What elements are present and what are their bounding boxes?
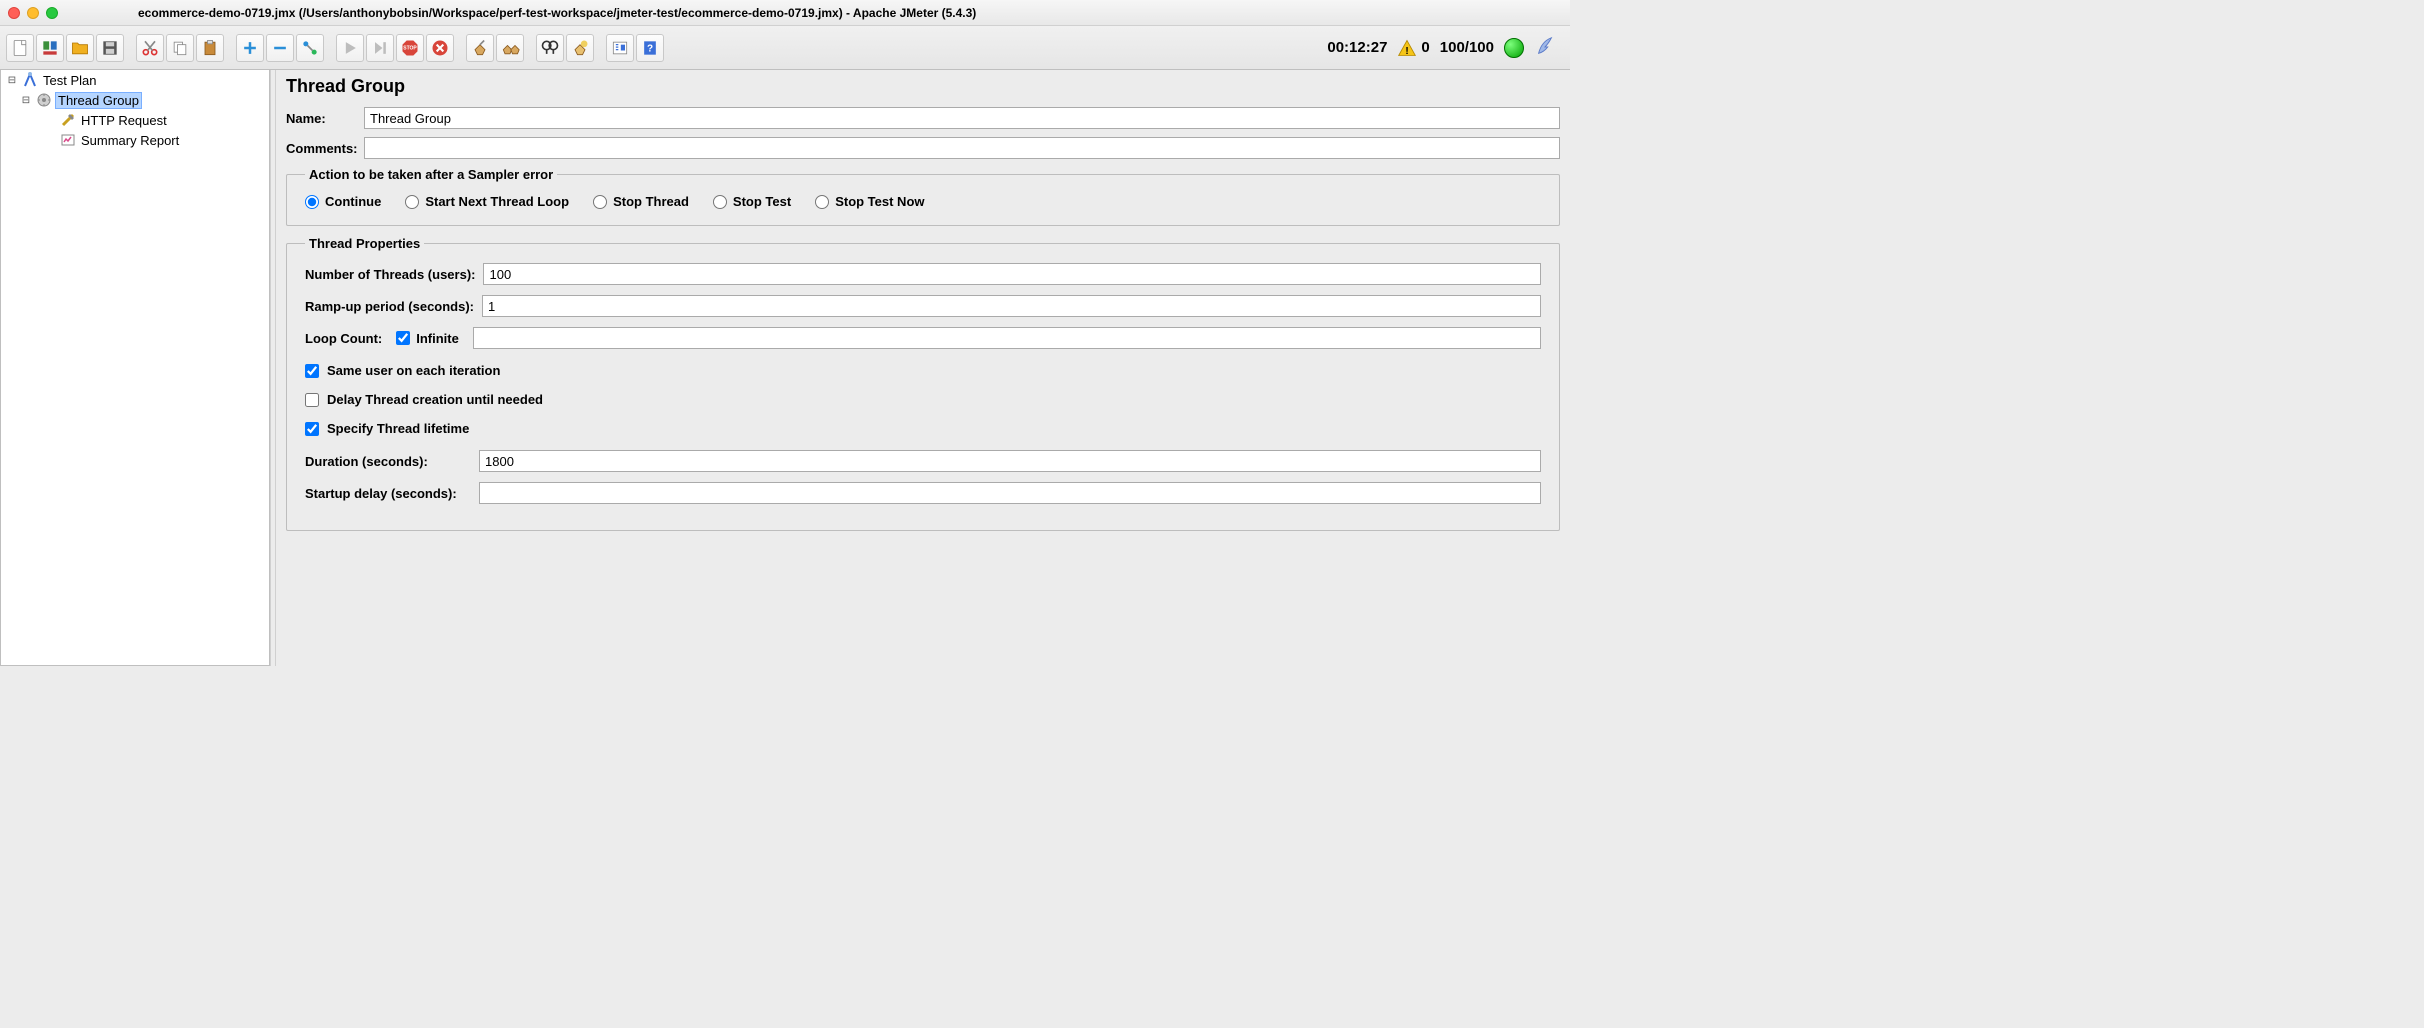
- window-title: ecommerce-demo-0719.jmx (/Users/anthonyb…: [138, 6, 976, 20]
- tree-label: Summary Report: [79, 133, 181, 148]
- open-button[interactable]: [66, 34, 94, 62]
- search-button[interactable]: [536, 34, 564, 62]
- main-toolbar: STOP ? 00:12:27 ! 0 100/100: [0, 26, 1570, 70]
- startup-delay-input[interactable]: [479, 482, 1541, 504]
- test-plan-tree[interactable]: ⊟ Test Plan ⊟ Thread Group HTTP Request …: [0, 70, 270, 666]
- svg-text:STOP: STOP: [403, 45, 417, 51]
- radio-stop-thread[interactable]: [593, 195, 607, 209]
- delay-creation-label: Delay Thread creation until needed: [327, 392, 543, 407]
- copy-button[interactable]: [166, 34, 194, 62]
- jmeter-logo-icon: [1534, 35, 1556, 61]
- tree-toggle-icon[interactable]: ⊟: [19, 95, 33, 106]
- elapsed-time: 00:12:27: [1327, 39, 1387, 56]
- minimize-window-button[interactable]: [27, 7, 39, 19]
- main-area: ⊟ Test Plan ⊟ Thread Group HTTP Request …: [0, 70, 1570, 666]
- radio-continue[interactable]: [305, 195, 319, 209]
- thread-group-icon: [35, 91, 53, 109]
- radio-start-next[interactable]: [405, 195, 419, 209]
- tree-label: Test Plan: [41, 73, 98, 88]
- reset-search-button[interactable]: [566, 34, 594, 62]
- expand-button[interactable]: [236, 34, 264, 62]
- toggle-button[interactable]: [296, 34, 324, 62]
- radio-stop-thread-label: Stop Thread: [613, 194, 689, 209]
- tree-node-test-plan[interactable]: ⊟ Test Plan: [1, 70, 269, 90]
- radio-stop-test-label: Stop Test: [733, 194, 791, 209]
- radio-start-next-label: Start Next Thread Loop: [425, 194, 569, 209]
- panel-heading: Thread Group: [286, 76, 1560, 97]
- thread-properties-legend: Thread Properties: [305, 236, 424, 251]
- radio-continue-label: Continue: [325, 194, 381, 209]
- status-indicator-icon: [1504, 38, 1524, 58]
- paste-button[interactable]: [196, 34, 224, 62]
- thread-ratio: 100/100: [1440, 39, 1494, 56]
- svg-text:?: ?: [647, 43, 653, 54]
- tree-toggle-icon[interactable]: ⊟: [5, 75, 19, 86]
- duration-input[interactable]: [479, 450, 1541, 472]
- specify-lifetime-label: Specify Thread lifetime: [327, 421, 469, 436]
- maximize-window-button[interactable]: [46, 7, 58, 19]
- loop-count-label: Loop Count:: [305, 331, 382, 346]
- warning-icon: ! 0: [1397, 38, 1429, 58]
- start-button[interactable]: [336, 34, 364, 62]
- tree-node-http-request[interactable]: HTTP Request: [1, 110, 269, 130]
- tree-label: Thread Group: [55, 92, 142, 109]
- save-button[interactable]: [96, 34, 124, 62]
- window-controls: [8, 7, 58, 19]
- collapse-button[interactable]: [266, 34, 294, 62]
- radio-stop-test-now[interactable]: [815, 195, 829, 209]
- specify-lifetime-checkbox[interactable]: [305, 422, 319, 436]
- comments-label: Comments:: [286, 141, 358, 156]
- error-action-legend: Action to be taken after a Sampler error: [305, 167, 557, 182]
- stop-button[interactable]: STOP: [396, 34, 424, 62]
- tree-label: HTTP Request: [79, 113, 169, 128]
- delay-creation-checkbox[interactable]: [305, 393, 319, 407]
- num-threads-input[interactable]: [483, 263, 1541, 285]
- radio-stop-test-now-label: Stop Test Now: [835, 194, 924, 209]
- loop-count-input[interactable]: [473, 327, 1541, 349]
- close-window-button[interactable]: [8, 7, 20, 19]
- ramp-up-label: Ramp-up period (seconds):: [305, 299, 474, 314]
- comments-input[interactable]: [364, 137, 1560, 159]
- infinite-label: Infinite: [416, 331, 459, 346]
- ramp-up-input[interactable]: [482, 295, 1541, 317]
- thread-properties-fieldset: Thread Properties Number of Threads (use…: [286, 236, 1560, 531]
- start-no-pause-button[interactable]: [366, 34, 394, 62]
- http-request-icon: [59, 111, 77, 129]
- error-count: 0: [1421, 39, 1429, 56]
- help-button[interactable]: ?: [636, 34, 664, 62]
- toolbar-status: 00:12:27 ! 0 100/100: [1327, 35, 1564, 61]
- same-user-checkbox[interactable]: [305, 364, 319, 378]
- duration-label: Duration (seconds):: [305, 454, 473, 469]
- svg-text:!: !: [1406, 45, 1409, 56]
- summary-report-icon: [59, 131, 77, 149]
- tree-node-summary-report[interactable]: Summary Report: [1, 130, 269, 150]
- function-helper-button[interactable]: [606, 34, 634, 62]
- templates-button[interactable]: [36, 34, 64, 62]
- clear-all-button[interactable]: [496, 34, 524, 62]
- cut-button[interactable]: [136, 34, 164, 62]
- shutdown-button[interactable]: [426, 34, 454, 62]
- error-action-fieldset: Action to be taken after a Sampler error…: [286, 167, 1560, 226]
- radio-stop-test[interactable]: [713, 195, 727, 209]
- new-button[interactable]: [6, 34, 34, 62]
- tree-node-thread-group[interactable]: ⊟ Thread Group: [1, 90, 269, 110]
- window-titlebar: ecommerce-demo-0719.jmx (/Users/anthonyb…: [0, 0, 1570, 26]
- infinite-checkbox[interactable]: [396, 331, 410, 345]
- startup-delay-label: Startup delay (seconds):: [305, 486, 473, 501]
- clear-button[interactable]: [466, 34, 494, 62]
- num-threads-label: Number of Threads (users):: [305, 267, 475, 282]
- same-user-label: Same user on each iteration: [327, 363, 500, 378]
- name-input[interactable]: [364, 107, 1560, 129]
- test-plan-icon: [21, 71, 39, 89]
- name-label: Name:: [286, 111, 358, 126]
- detail-panel: Thread Group Name: Comments: Action to b…: [276, 70, 1570, 666]
